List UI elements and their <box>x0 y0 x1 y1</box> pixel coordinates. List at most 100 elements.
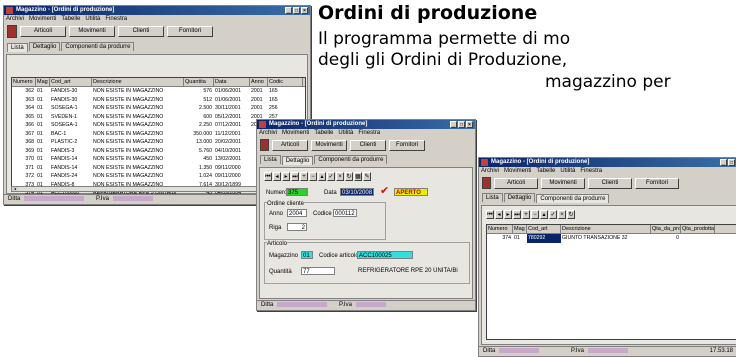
col-mag[interactable]: Mag <box>513 225 527 233</box>
tab-componenti[interactable]: Componenti da produrre <box>61 42 135 51</box>
col-anno[interactable]: Anno <box>250 78 268 86</box>
codice-articolo-field[interactable]: ACC100025 <box>357 251 413 259</box>
menu-tabelle[interactable]: Tabelle <box>536 167 555 175</box>
numero-field[interactable]: 375 <box>286 188 308 196</box>
menu-movimenti[interactable]: Movimenti <box>282 129 309 137</box>
col-cod-art[interactable]: Cod_art <box>527 225 561 233</box>
tab-dettaglio[interactable]: Dettaglio <box>28 42 61 51</box>
last-record-icon[interactable]: ⏭ <box>513 210 521 219</box>
maximize-icon[interactable]: □ <box>728 159 735 166</box>
edit-record-icon[interactable]: ▴ <box>540 210 548 219</box>
close-icon[interactable]: × <box>466 121 473 128</box>
data-field[interactable]: 03/10/2008 <box>340 188 374 196</box>
tab-dettaglio[interactable]: Dettaglio <box>281 156 314 165</box>
calc-icon[interactable]: ▦ <box>354 172 362 181</box>
tab-lista[interactable]: Lista <box>7 43 28 52</box>
delete-record-icon[interactable]: − <box>531 210 539 219</box>
menu-tabelle[interactable]: Tabelle <box>61 15 80 23</box>
fornitori-button[interactable]: Fornitori <box>389 139 425 151</box>
post-record-icon[interactable]: ✓ <box>327 172 335 181</box>
exit-icon[interactable] <box>260 139 269 151</box>
anno-field[interactable]: 2004 <box>287 209 307 217</box>
menu-movimenti[interactable]: Movimenti <box>504 167 531 175</box>
first-record-icon[interactable]: ⏮ <box>486 210 494 219</box>
insert-record-icon[interactable]: + <box>522 210 530 219</box>
table-row[interactable]: 374 01 780292 GIUNTO TRANSAZIONE 32 0 <box>487 234 736 243</box>
clienti-button[interactable]: Clienti <box>588 177 632 189</box>
table-row[interactable]: 362 01 FANDIS-30 NON ESISTE IN MAGAZZINO 576… <box>12 87 305 96</box>
scroll-left-icon[interactable]: ◂ <box>12 187 18 191</box>
minimize-icon[interactable]: _ <box>450 121 457 128</box>
col-quantita[interactable]: Quantita <box>184 78 214 86</box>
cancel-record-icon[interactable]: × <box>336 172 344 181</box>
exit-icon[interactable] <box>7 25 17 38</box>
prev-record-icon[interactable]: ◂ <box>495 210 503 219</box>
menu-finestra[interactable]: Finestra <box>580 167 602 175</box>
refresh-icon[interactable]: ↻ <box>345 172 353 181</box>
window-title-bar[interactable]: Magazzino - [Ordini di produzione] _ □ × <box>257 120 475 129</box>
quantita-field[interactable]: 77 <box>301 267 335 275</box>
menu-finestra[interactable]: Finestra <box>358 129 380 137</box>
maximize-icon[interactable]: □ <box>458 121 465 128</box>
articoli-button[interactable]: Articoli <box>20 26 66 37</box>
col-codice[interactable]: Codic <box>268 78 303 86</box>
col-numero[interactable]: Numero <box>487 225 513 233</box>
articoli-button[interactable]: Articoli <box>272 139 308 151</box>
movimenti-button[interactable]: Movimenti <box>311 139 347 151</box>
edit-record-icon[interactable]: ▴ <box>318 172 326 181</box>
menu-archivi[interactable]: Archivi <box>259 129 277 137</box>
prev-record-icon[interactable]: ◂ <box>273 172 281 181</box>
table-row[interactable]: 363 01 FANDIS-30 NON ESISTE IN MAGAZZINO 512… <box>12 96 305 105</box>
cancel-record-icon[interactable]: × <box>558 210 566 219</box>
magazzino-field[interactable]: 01 <box>301 251 313 259</box>
minimize-icon[interactable]: _ <box>285 7 292 14</box>
refresh-icon[interactable]: ↻ <box>567 210 575 219</box>
insert-record-icon[interactable]: + <box>300 172 308 181</box>
menu-utilita[interactable]: Utilità <box>338 129 353 137</box>
clienti-button[interactable]: Clienti <box>350 139 386 151</box>
next-record-icon[interactable]: ▸ <box>504 210 512 219</box>
fornitori-button[interactable]: Fornitori <box>635 177 679 189</box>
menu-movimenti[interactable]: Movimenti <box>29 15 56 23</box>
window-title-bar[interactable]: Magazzino - [Ordini di produzione] _ □ × <box>4 6 310 15</box>
table-row[interactable]: 364 01 SOSEGA-1 NON ESISTE IN MAGAZZINO 2.50… <box>12 104 305 113</box>
col-numero[interactable]: Numero <box>12 78 36 86</box>
articoli-button[interactable]: Articoli <box>494 177 538 189</box>
close-icon[interactable]: × <box>301 7 308 14</box>
tab-componenti[interactable]: Componenti da produrre <box>314 155 388 164</box>
maximize-icon[interactable]: □ <box>293 7 300 14</box>
window-title-bar[interactable]: Magazzino - [Ordini di produzione] _ □ <box>479 158 736 167</box>
riga-field[interactable]: 2 <box>287 223 307 231</box>
col-descrizione[interactable]: Descrizione <box>92 78 184 86</box>
clienti-button[interactable]: Clienti <box>118 26 164 37</box>
post-record-icon[interactable]: ✓ <box>549 210 557 219</box>
tab-dettaglio[interactable]: Dettaglio <box>503 193 536 202</box>
next-record-icon[interactable]: ▸ <box>282 172 290 181</box>
menu-finestra[interactable]: Finestra <box>105 15 127 23</box>
menu-utilita[interactable]: Utilità <box>85 15 100 23</box>
col-qta-prodotta[interactable]: Qta_prodotta <box>681 225 715 233</box>
tab-lista[interactable]: Lista <box>260 155 281 164</box>
first-record-icon[interactable]: ⏮ <box>264 172 272 181</box>
last-record-icon[interactable]: ⏭ <box>291 172 299 181</box>
fornitori-button[interactable]: Fornitori <box>167 26 213 37</box>
tab-componenti[interactable]: Componenti da produrre <box>536 194 610 203</box>
codice-field[interactable]: 000112 <box>333 209 357 217</box>
col-data[interactable]: Data <box>214 78 250 86</box>
col-mag[interactable]: Mag <box>36 78 50 86</box>
menu-tabelle[interactable]: Tabelle <box>314 129 333 137</box>
col-qta-da-prod[interactable]: Qta_da_prod <box>651 225 681 233</box>
print-icon[interactable]: ✎ <box>363 172 371 181</box>
delete-record-icon[interactable]: − <box>309 172 317 181</box>
componenti-table[interactable]: Numero Mag Cod_art Descrizione Qta_da_pr… <box>486 224 736 340</box>
menu-utilita[interactable]: Utilità <box>560 167 575 175</box>
menu-archivi[interactable]: Archivi <box>481 167 499 175</box>
menu-archivi[interactable]: Archivi <box>6 15 24 23</box>
exit-icon[interactable] <box>482 177 491 189</box>
movimenti-button[interactable]: Movimenti <box>541 177 585 189</box>
tab-lista[interactable]: Lista <box>482 193 503 202</box>
minimize-icon[interactable]: _ <box>720 159 727 166</box>
col-cod-art[interactable]: Cod_art <box>50 78 92 86</box>
movimenti-button[interactable]: Movimenti <box>69 26 115 37</box>
col-descrizione[interactable]: Descrizione <box>561 225 651 233</box>
